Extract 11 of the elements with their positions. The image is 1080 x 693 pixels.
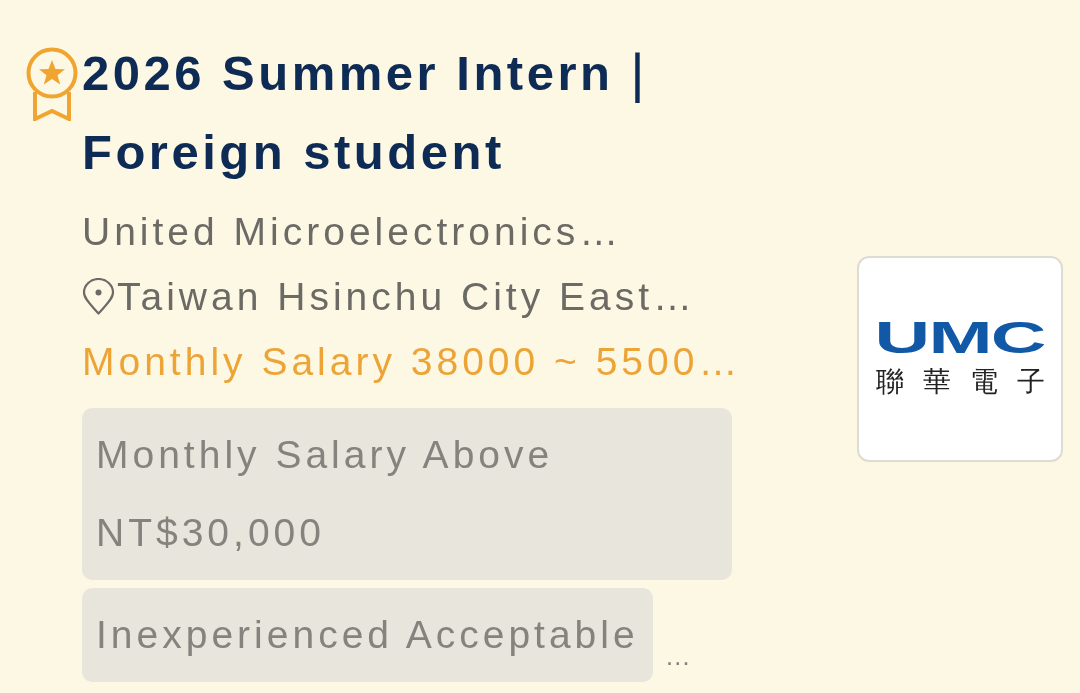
logo-wordmark: UMC — [874, 320, 1046, 356]
more-tags-ellipsis[interactable]: … — [664, 636, 691, 676]
logo-chinese-name: 聯華電子 — [875, 366, 1064, 398]
award-ribbon-icon — [25, 47, 79, 121]
location-pin-icon — [82, 278, 115, 315]
tag-chip: Monthly Salary Above NT$30,000 — [82, 408, 732, 580]
tag-chip: Inexperienced Acceptable — [82, 588, 653, 682]
job-title[interactable]: 2026 Summer Intern｜Foreign student — [82, 34, 732, 192]
company-name: United Microelectronics… — [82, 209, 624, 255]
location-text: Taiwan Hsinchu City East… — [117, 274, 696, 320]
salary-text: Monthly Salary 38000 ~ 5500… — [82, 339, 743, 385]
